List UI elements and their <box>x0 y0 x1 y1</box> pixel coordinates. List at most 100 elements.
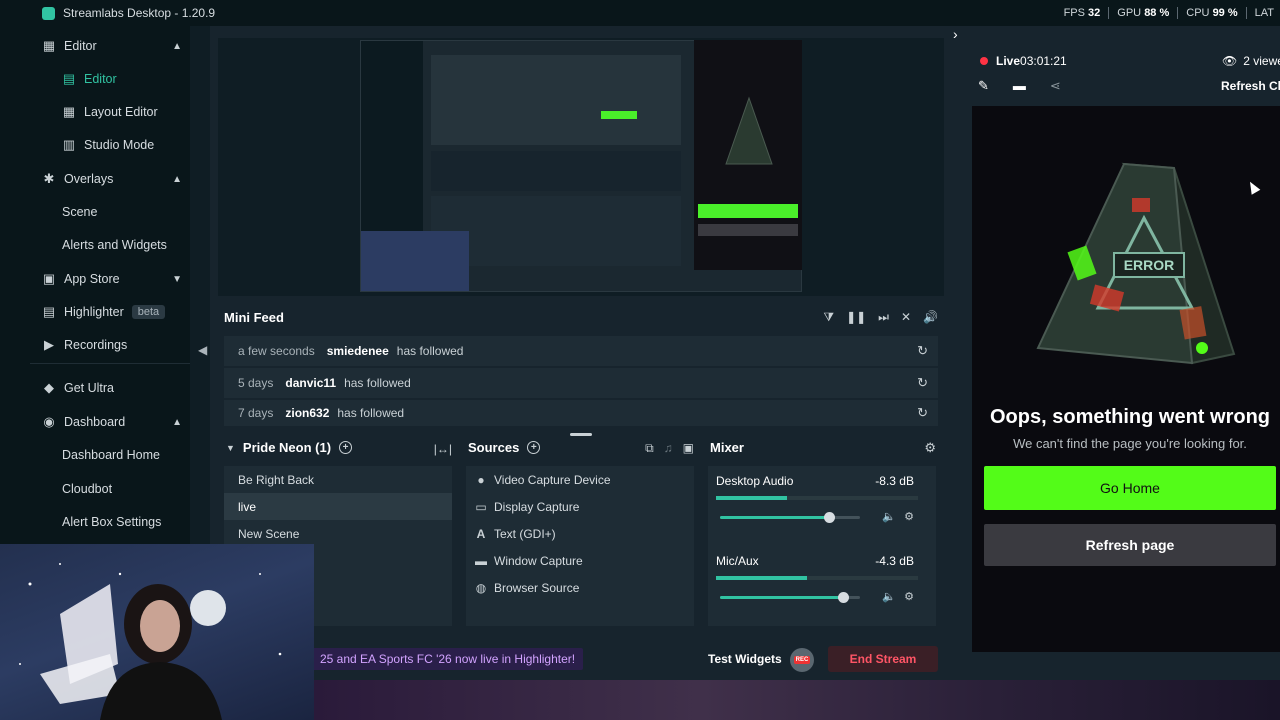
volume-slider-knob[interactable] <box>838 592 850 603</box>
end-stream-button[interactable]: End Stream <box>828 646 938 672</box>
preview-green-block <box>601 111 637 119</box>
refresh-chat-button[interactable]: Refresh Chat <box>1221 79 1280 93</box>
chevron-down-icon[interactable]: ▼ <box>226 443 235 453</box>
window-icon: ▬ <box>475 553 487 568</box>
globe-icon: ◍ <box>475 580 487 595</box>
divider <box>1108 7 1110 19</box>
volume-slider-knob[interactable] <box>824 512 836 523</box>
source-item-window-capture[interactable]: ▬ Window Capture <box>466 547 694 574</box>
add-scene-button[interactable]: + <box>339 441 353 454</box>
go-home-button[interactable]: Go Home <box>984 466 1276 510</box>
chevron-left-icon[interactable]: ◀ <box>198 343 207 357</box>
sidebar-item-app-store[interactable]: ▣ App Store ▼ <box>30 264 190 294</box>
sidebar-item-alert-box-settings[interactable]: Alert Box Settings <box>30 507 190 537</box>
sidebar-item-label: Studio Mode <box>84 138 155 152</box>
source-list: ● Video Capture Device ▭ Display Capture… <box>466 466 694 626</box>
sidebar-item-dashboard[interactable]: ◉ Dashboard ▲ <box>30 407 190 437</box>
chevron-right-icon[interactable]: › <box>953 26 958 42</box>
share-icon[interactable]: ⋖ <box>1050 78 1061 94</box>
cast-icon[interactable]: ▬ <box>1013 78 1026 94</box>
sidebar-item-dashboard-home[interactable]: Dashboard Home <box>30 440 190 470</box>
sidebar-item-overlays[interactable]: ✱ Overlays ▲ <box>30 164 190 194</box>
monitor-icon: ▭ <box>475 499 487 514</box>
sidebar-item-studio-mode[interactable]: ▥ Studio Mode <box>30 130 190 160</box>
scene-collection-title[interactable]: Pride Neon (1) <box>243 440 331 455</box>
overlays-icon: ✱ <box>43 171 55 186</box>
scene-item-be-right-back[interactable]: Be Right Back <box>224 466 452 493</box>
gear-icon[interactable]: ⚙ <box>924 440 936 456</box>
sidebar-item-label: Get Ultra <box>64 381 115 395</box>
scene-item-new-scene[interactable]: New Scene <box>224 520 452 547</box>
list-item: 5 days danvic11 has followed ↻ <box>224 368 938 398</box>
sidebar-divider <box>30 363 190 364</box>
add-source-button[interactable]: + <box>527 441 541 454</box>
preview-refresh <box>698 224 798 236</box>
error-title: Oops, something went wrong <box>990 406 1270 428</box>
event-time: 7 days <box>238 406 274 420</box>
volume-icon[interactable]: 🔈 <box>882 590 896 603</box>
chevron-up-icon: ▲ <box>172 40 182 52</box>
pencil-icon[interactable]: ✎ <box>978 78 989 94</box>
sidebar-item-layout-editor[interactable]: ▦ Layout Editor <box>30 97 190 127</box>
source-item-browser-source[interactable]: ◍ Browser Source <box>466 574 694 601</box>
mixer-title: Mixer <box>710 440 744 455</box>
scene-item-live[interactable]: live <box>224 493 452 520</box>
divider <box>1245 7 1247 19</box>
event-user[interactable]: zion632 <box>285 406 329 420</box>
volume-icon[interactable]: 🔊 <box>923 310 938 325</box>
layers-icon: ▤ <box>62 71 76 86</box>
preview-editor <box>431 55 681 145</box>
cpu-value: 99 % <box>1212 7 1238 19</box>
sidebar-item-alerts-widgets[interactable]: Alerts and Widgets <box>30 230 190 260</box>
preview-feed <box>431 151 681 191</box>
sidebar-item-highlighter[interactable]: ▤ Highlighter beta <box>30 297 190 327</box>
store-icon: ▣ <box>42 271 56 286</box>
audio-meter <box>716 576 918 580</box>
sidebar-item-editor-group[interactable]: ▦ Editor ▲ <box>30 31 190 61</box>
mini-feed-tools: ⧩ ❚❚ ⏭ ✕ 🔊 <box>823 310 938 325</box>
volume-slider[interactable] <box>720 512 860 523</box>
audio-filter-icon[interactable]: ♫ <box>664 441 673 456</box>
source-item-text[interactable]: A Text (GDI+) <box>466 520 694 547</box>
sidebar-item-get-ultra[interactable]: ◆ Get Ultra <box>30 373 190 403</box>
replay-icon[interactable]: ↻ <box>917 405 928 421</box>
source-label: Window Capture <box>494 553 583 568</box>
sidebar-item-label: App Store <box>64 272 120 286</box>
replay-icon[interactable]: ↻ <box>917 375 928 391</box>
skip-icon[interactable]: ⏭ <box>878 310 889 325</box>
pause-icon[interactable]: ❚❚ <box>846 310 866 325</box>
mixer-channel-mic-aux: Mic/Aux -4.3 dB 🔈 ⚙ <box>708 546 924 626</box>
mixer-channel-desktop-audio: Desktop Audio -8.3 dB 🔈 ⚙ <box>708 466 924 546</box>
error-sign-illustration: ERROR <box>1036 162 1236 365</box>
record-button[interactable]: REC <box>790 648 814 672</box>
chat-webview: ERROR Oops, something went wrong We can'… <box>972 106 1280 652</box>
highlighter-banner[interactable]: 25 and EA Sports FC '26 now live in High… <box>312 648 584 670</box>
source-item-video-capture[interactable]: ● Video Capture Device <box>466 466 694 493</box>
event-user[interactable]: smiedenee <box>327 344 389 358</box>
refresh-page-button[interactable]: Refresh page <box>984 524 1276 566</box>
source-label: Display Capture <box>494 499 580 514</box>
mute-alerts-icon[interactable]: ✕ <box>901 310 911 325</box>
sidebar-item-editor[interactable]: ▤ Editor <box>30 64 190 94</box>
live-status: Live 03:01:21 <box>980 54 1067 68</box>
transition-icon[interactable]: |↔| <box>434 442 452 456</box>
source-item-display-capture[interactable]: ▭ Display Capture <box>466 493 694 520</box>
volume-icon[interactable]: 🔈 <box>882 510 896 523</box>
chevron-down-icon: ▼ <box>172 273 182 285</box>
live-timer: 03:01:21 <box>1020 54 1067 68</box>
source-label: Video Capture Device <box>494 472 611 487</box>
background-strip <box>314 680 1280 720</box>
test-widgets-button[interactable]: Test Widgets <box>708 652 782 666</box>
sidebar-item-cloudbot[interactable]: Cloudbot <box>30 474 190 504</box>
fps-value: 32 <box>1088 7 1101 19</box>
sidebar-item-scene[interactable]: Scene <box>30 197 190 227</box>
sidebar-item-recordings[interactable]: ▶ Recordings <box>30 330 190 360</box>
gear-icon[interactable]: ⚙ <box>904 510 914 523</box>
gear-icon[interactable]: ⚙ <box>904 590 914 603</box>
volume-slider[interactable] <box>720 592 860 603</box>
folder-icon[interactable]: ▣ <box>683 441 694 456</box>
source-selection-icon[interactable]: ⧉ <box>645 441 654 456</box>
event-user[interactable]: danvic11 <box>285 376 336 390</box>
replay-icon[interactable]: ↻ <box>917 343 928 359</box>
filter-icon[interactable]: ⧩ <box>823 310 834 325</box>
